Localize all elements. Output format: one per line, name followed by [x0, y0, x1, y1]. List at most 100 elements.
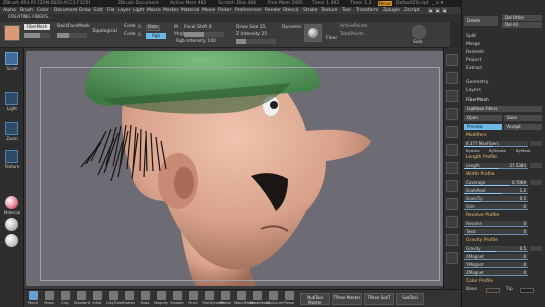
extract-menu[interactable]: Extract: [466, 66, 482, 72]
remesh-menu[interactable]: Remesh: [466, 50, 484, 56]
backface-slider[interactable]: [57, 33, 87, 38]
menu-transform[interactable]: Transform: [356, 7, 378, 14]
length-aux-button[interactable]: [530, 163, 542, 168]
subtool-button[interactable]: SubTool: [396, 293, 424, 305]
menu-layer[interactable]: Layer: [118, 7, 131, 14]
z-intensity[interactable]: Z Intensity 25: [236, 32, 267, 38]
menu-zplugin[interactable]: Zplugin: [383, 7, 400, 14]
tpose-subt-button[interactable]: TPose SubT: [364, 293, 394, 305]
menu-zscript[interactable]: Zscript: [404, 7, 420, 14]
fiber-slider[interactable]: [24, 33, 50, 38]
lightbox-icon[interactable]: [5, 92, 18, 105]
dynamic-toggle[interactable]: Dynamic: [282, 25, 302, 31]
slim-slider[interactable]: Slim 0: [464, 204, 528, 210]
menu-marker[interactable]: Marker: [163, 7, 179, 14]
texture-icon[interactable]: [5, 150, 18, 163]
brush-mask[interactable]: Mask: [138, 291, 152, 306]
menu-alpha[interactable]: Alpha: [3, 7, 16, 14]
menu-stroke[interactable]: Stroke: [303, 7, 317, 14]
m-button[interactable]: M: [174, 25, 178, 31]
spix-icon[interactable]: [446, 72, 458, 84]
z-intensity-slider[interactable]: [236, 39, 276, 44]
length-slider[interactable]: Length 27.5384: [464, 163, 528, 169]
fibermesh-preset[interactable]: FiberMesh: [24, 24, 50, 30]
tip-color-swatch[interactable]: [520, 288, 534, 293]
width-profile-header[interactable]: Width Profile: [466, 172, 495, 178]
delete-button[interactable]: Delete: [464, 16, 498, 26]
revolve-profile-header[interactable]: Revolve Profile: [466, 213, 499, 219]
menu-draw[interactable]: Draw: [79, 7, 91, 14]
fibermesh-header[interactable]: FiberMesh: [466, 98, 489, 104]
zoom-view-icon[interactable]: [446, 108, 458, 120]
scaletip-slider[interactable]: ScaleTip 0.5: [464, 196, 528, 202]
frame-icon[interactable]: [446, 216, 458, 228]
document-viewport[interactable]: [26, 51, 446, 286]
menu-macro[interactable]: Macro: [147, 7, 161, 14]
brush-planar[interactable]: Planar: [282, 291, 296, 306]
brush-claytubes[interactable]: ClayTubes: [106, 291, 124, 306]
persp-icon[interactable]: [446, 162, 458, 174]
xmagnet-slider[interactable]: XMagnet 0: [464, 254, 528, 260]
menu-render[interactable]: Render: [265, 7, 281, 14]
focal-shift-slider[interactable]: [184, 32, 224, 37]
save-button[interactable]: Save: [504, 115, 542, 121]
rgb-intensity[interactable]: Rgb Intensity 100: [176, 39, 216, 45]
brush-magnify[interactable]: Magnify: [154, 291, 168, 306]
rgb-button[interactable]: Rgb: [146, 33, 166, 39]
scroll-view-icon[interactable]: [446, 90, 458, 102]
menu-preferences[interactable]: Preferences: [235, 7, 261, 14]
matcap-icon[interactable]: [5, 234, 18, 247]
scroll-icon[interactable]: [5, 52, 18, 65]
zmagnet-slider[interactable]: ZMagnet 0: [464, 270, 528, 276]
menu-color[interactable]: Color: [37, 7, 49, 14]
maxfibers-slider[interactable]: 8.377 MaxFibers: [464, 141, 528, 147]
brush-pinch[interactable]: Pinch: [186, 291, 200, 306]
menu-document[interactable]: Document: [54, 7, 77, 14]
material-sphere-icon[interactable]: [5, 196, 18, 209]
scaleroot-slider[interactable]: ScaleRoot 1.2: [464, 188, 528, 194]
draw-size[interactable]: Draw Size 25: [236, 25, 266, 31]
local-icon[interactable]: [446, 198, 458, 210]
menu-picker[interactable]: Picker: [218, 7, 231, 14]
menu-edit[interactable]: Edit: [94, 7, 103, 14]
bymask-toggle[interactable]: ByMask: [516, 148, 531, 154]
brush-trimdynamic[interactable]: TrimDynamic: [202, 291, 225, 306]
brush-hpolish[interactable]: hPolish: [218, 291, 232, 306]
geometry-menu[interactable]: Geometry: [466, 80, 488, 86]
solo-button[interactable]: [412, 25, 426, 39]
hotkey-c[interactable]: ▪: [442, 8, 447, 13]
basic-material-icon[interactable]: [5, 218, 18, 231]
color-profile-header[interactable]: Color Profile: [466, 279, 493, 285]
layers-menu[interactable]: Layers: [466, 88, 481, 94]
brush-clipcurve[interactable]: ClipCurve: [266, 291, 283, 306]
modifiers-header[interactable]: Modifiers: [466, 133, 487, 139]
length-profile-header[interactable]: Length Profile: [466, 155, 497, 161]
ymagnet-slider[interactable]: YMagnet 0: [464, 262, 528, 268]
gravity-profile-header[interactable]: Gravity Profile: [466, 238, 498, 244]
focal-shift[interactable]: Focal Shift 0: [184, 25, 212, 31]
brush-flatten[interactable]: Flatten: [122, 291, 136, 306]
tpose-master-button[interactable]: TPose Master: [332, 293, 362, 305]
menu-texture[interactable]: Texture: [321, 7, 337, 14]
zoom-icon[interactable]: [5, 122, 18, 135]
brush-smooth[interactable]: Smooth: [170, 291, 184, 306]
hotkey-b[interactable]: ▪: [435, 8, 440, 13]
menu-material[interactable]: Material: [181, 7, 199, 14]
menus-button[interactable]: Menus: [378, 1, 392, 6]
brush-clay[interactable]: Clay: [58, 291, 72, 306]
brush-snakehook[interactable]: SnakeHook: [250, 291, 270, 306]
brush-move[interactable]: Move: [42, 291, 56, 306]
menu-light[interactable]: Light: [133, 7, 144, 14]
hotkey-a[interactable]: ▪: [428, 8, 433, 13]
lightbox-fibers-button[interactable]: Lightbox Fibers: [464, 106, 542, 112]
byarea-toggle[interactable]: ByArea: [466, 148, 480, 154]
menu-movie[interactable]: Movie: [202, 7, 215, 14]
menu-tool[interactable]: Tool: [342, 7, 351, 14]
floor-button[interactable]: [304, 24, 322, 42]
revolve-slider[interactable]: Revolve 0: [464, 221, 528, 227]
backface-mask-toggle[interactable]: BackFaceMask: [57, 24, 90, 30]
base-color-swatch[interactable]: [486, 288, 500, 293]
floor-grid-icon[interactable]: [446, 180, 458, 192]
merge-menu[interactable]: Merge: [466, 42, 480, 48]
menu-stencil[interactable]: Stencil: [283, 7, 298, 14]
